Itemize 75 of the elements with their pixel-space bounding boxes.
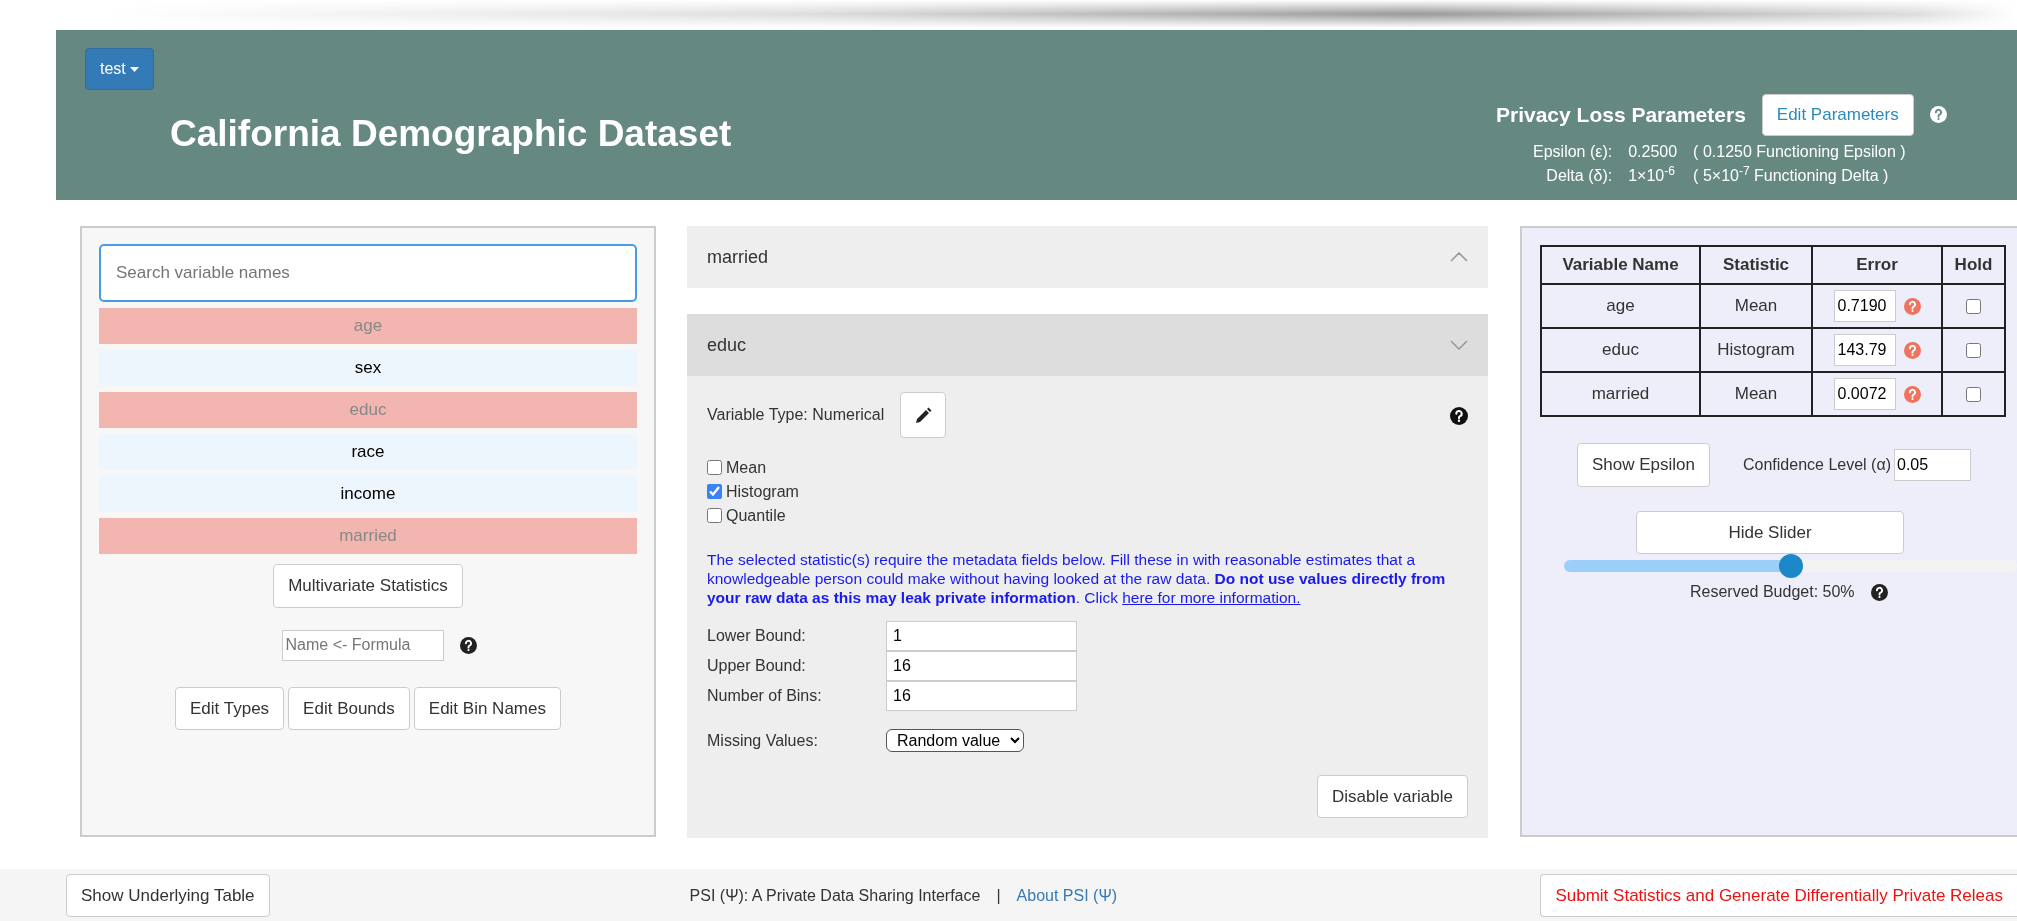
help-icon[interactable]	[1870, 583, 1888, 601]
edit-button[interactable]: Edit Bounds	[288, 686, 410, 730]
table-cell: married	[1541, 372, 1700, 416]
caret-icon	[130, 67, 140, 73]
variable-item[interactable]: income	[99, 476, 637, 512]
table-cell: age	[1541, 284, 1700, 328]
error-field[interactable]: 0.0072	[1833, 378, 1896, 410]
variable-item[interactable]: race	[99, 434, 637, 470]
field-label: Upper Bound:	[707, 655, 807, 676]
field-label: Number of Bins:	[707, 685, 823, 706]
formula-field[interactable]: Name <- Formula	[281, 629, 444, 661]
parameter-value: 0.2500	[1628, 141, 1678, 162]
parameter-label: Epsilon (ε):	[1533, 141, 1613, 162]
submit-button[interactable]: Submit Statistics and Generate Differentially Private Releas	[1540, 873, 2017, 918]
separator: |	[996, 885, 1001, 906]
show-epsilon-button[interactable]: Show Epsilon	[1577, 443, 1710, 487]
statistic-checkbox[interactable]	[707, 508, 722, 523]
column-header: Variable Name	[1541, 246, 1700, 284]
dataset-title: California Demographic Dataset	[170, 112, 732, 156]
confidence-label: Confidence Level (α)	[1743, 454, 1891, 475]
chevron-icon	[1450, 340, 1468, 350]
statistic-checkbox[interactable]	[707, 484, 722, 499]
bound-field[interactable]: 1	[886, 620, 1077, 651]
variable-type-label: Variable Type: Numerical	[707, 404, 885, 425]
help-icon[interactable]	[459, 636, 477, 654]
statistic-label: Histogram	[726, 481, 799, 502]
accordion-header[interactable]: educ	[687, 314, 1488, 376]
table-cell: Mean	[1700, 284, 1812, 328]
parameter-value: 1×10$^{-6}$	[1628, 163, 1676, 186]
table-cell: Mean	[1700, 372, 1812, 416]
variable-item[interactable]: sex	[99, 350, 637, 386]
functioning-value: ( 5×10$^{-7}$ Functioning Delta )	[1693, 163, 1890, 186]
search-field[interactable]: Search variable names	[99, 244, 637, 302]
statistic-label: Quantile	[726, 505, 786, 526]
bound-field[interactable]: 16	[886, 650, 1077, 681]
hold-checkbox[interactable]	[1966, 387, 1981, 403]
metadata-notice: The selected statistic(s) require the metadata fields below. Fill these in with reasonable estimates that a knowledgeable person could make without having looked at the raw data. Do not use values directly from your raw data as this may leak private information. Click here for more information.	[707, 549, 1447, 607]
section-heading: Privacy Loss Parameters	[1496, 102, 1746, 128]
table-cell: Histogram	[1700, 328, 1812, 372]
column-header: Hold	[1942, 246, 2005, 284]
confidence-field[interactable]: 0.05	[1894, 448, 1971, 481]
error-field[interactable]: 143.79	[1833, 334, 1896, 366]
field-label: Lower Bound:	[707, 625, 807, 646]
missing-values-select[interactable]: Random value	[886, 729, 1024, 752]
statistic-checkbox[interactable]	[707, 460, 722, 475]
chevron-icon	[1450, 252, 1468, 262]
help-icon[interactable]	[1450, 406, 1468, 425]
bound-field[interactable]: 16	[886, 680, 1077, 711]
about-link[interactable]: About PSI (Ψ)	[1016, 883, 1118, 908]
parameter-label: Delta (δ):	[1545, 165, 1613, 186]
project-dropdown[interactable]: test	[85, 48, 155, 90]
multivariate-button[interactable]: Multivariate Statistics	[273, 564, 463, 608]
column-header: Statistic	[1700, 246, 1812, 284]
slider-thumb[interactable]	[1778, 554, 1803, 578]
edit-button[interactable]: Edit Bin Names	[413, 686, 561, 730]
hold-checkbox[interactable]	[1966, 299, 1981, 315]
pencil-icon	[914, 406, 933, 425]
hide-slider-button[interactable]: Hide Slider	[1636, 510, 1904, 554]
error-field[interactable]: 0.7190	[1833, 290, 1896, 322]
disable-variable-button[interactable]: Disable variable	[1317, 774, 1468, 818]
hold-checkbox[interactable]	[1966, 343, 1981, 359]
edit-parameters-button[interactable]: Edit Parameters	[1761, 94, 1914, 136]
column-header: Error	[1812, 246, 1942, 284]
reserved-budget-label: Reserved Budget: 50%	[1690, 582, 1855, 602]
budget-slider[interactable]	[1564, 554, 2017, 578]
accordion-header[interactable]: married	[687, 226, 1488, 288]
statistic-label: Mean	[726, 457, 767, 478]
more-info-link[interactable]: here for more information.	[1122, 588, 1301, 606]
credit-text: PSI (Ψ): A Private Data Sharing Interface	[689, 885, 981, 906]
table-cell: educ	[1541, 328, 1700, 372]
missing-values-label: Missing Values:	[707, 730, 819, 751]
functioning-value: ( 0.1250 Functioning Epsilon )	[1693, 141, 1906, 162]
edit-button[interactable]: Edit Types	[175, 686, 285, 730]
show-table-button[interactable]: Show Underlying Table	[66, 873, 270, 918]
edit-type-button[interactable]	[900, 392, 947, 438]
